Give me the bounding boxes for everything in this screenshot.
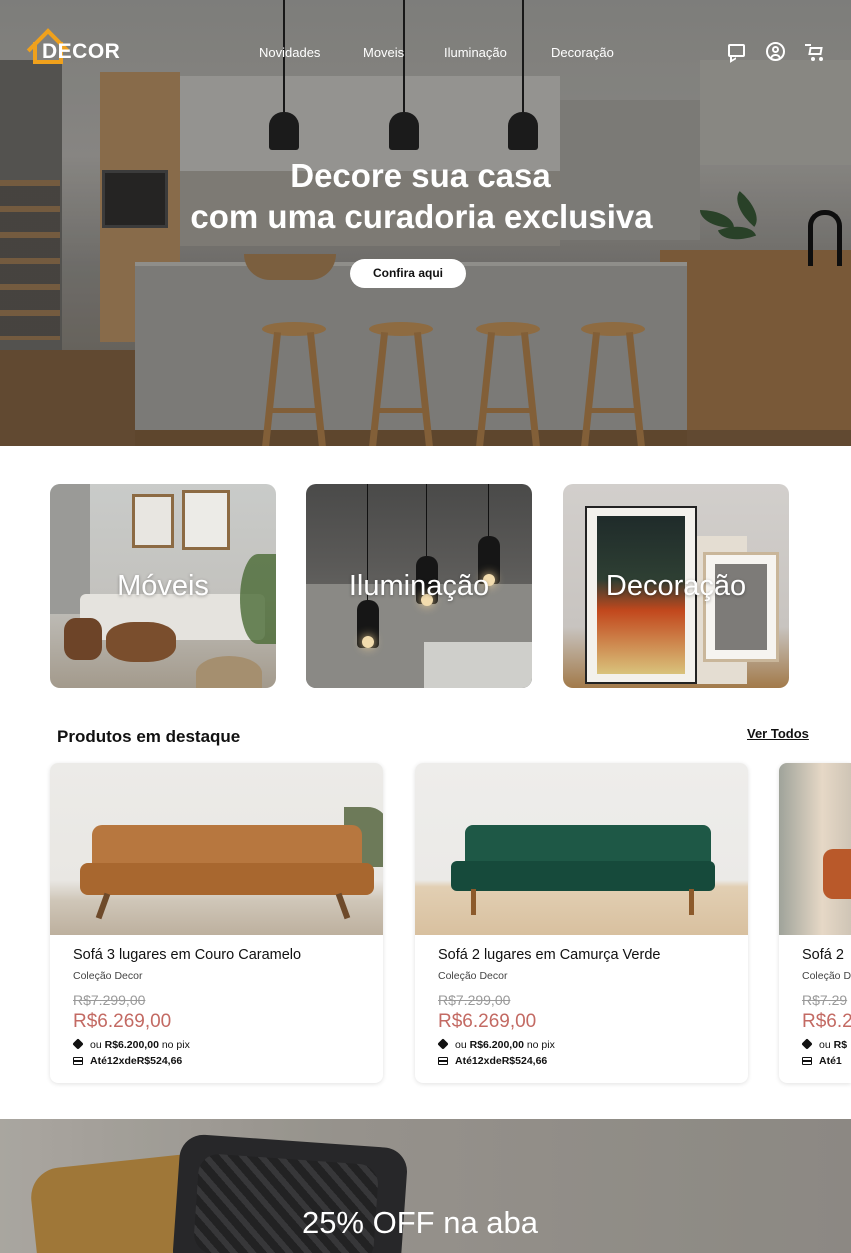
cart-icon[interactable] <box>805 42 825 62</box>
pix-icon <box>437 1038 449 1050</box>
product-collection: Coleção Decor <box>73 970 143 982</box>
hero-banner: DECOR Novidades Moveis Iluminação Decora… <box>0 0 851 446</box>
pix-icon <box>72 1038 84 1050</box>
chat-icon[interactable] <box>727 42 747 63</box>
installments-line: Até12xdeR$524,66 <box>438 1055 547 1067</box>
product-price: R$6.269,00 <box>438 1011 537 1032</box>
category-label: Iluminação <box>348 570 490 602</box>
side-table <box>64 618 102 660</box>
product-image <box>779 763 851 935</box>
counter-block <box>424 642 532 688</box>
category-card-iluminacao[interactable]: Iluminação <box>306 484 532 688</box>
category-card-moveis[interactable]: Móveis <box>50 484 276 688</box>
wall-frame <box>132 494 174 548</box>
product-card[interactable]: Sofá 3 lugares em Couro Caramelo Coleção… <box>50 763 383 1083</box>
category-label: Móveis <box>117 570 209 602</box>
product-price: R$6.269,00 <box>73 1011 172 1032</box>
product-old-price: R$7.299,00 <box>438 992 511 1008</box>
installments-line: Até12xdeR$524,66 <box>73 1055 182 1067</box>
wall-frame <box>182 490 230 550</box>
hero-title-line2: com uma curadoria exclusiva <box>190 198 653 235</box>
product-name: Sofá 2 <box>802 947 844 963</box>
product-image <box>50 763 383 935</box>
credit-card-icon <box>73 1057 83 1065</box>
nav-link-moveis[interactable]: Moveis <box>363 45 404 60</box>
credit-card-icon <box>802 1057 812 1065</box>
credit-card-icon <box>438 1057 448 1065</box>
promo-text: 25% OFF na aba <box>301 1205 539 1240</box>
category-card-decoracao[interactable]: Decoração <box>563 484 789 688</box>
coffee-table <box>106 622 176 662</box>
product-name: Sofá 2 lugares em Camurça Verde <box>438 947 661 963</box>
pix-price-line: ou R$ <box>801 1038 847 1051</box>
product-old-price: R$7.29 <box>802 992 848 1008</box>
product-old-price: R$7.299,00 <box>73 992 146 1008</box>
product-card[interactable]: Sofá 2 lugares em Camurça Verde Coleção … <box>415 763 748 1083</box>
user-icon[interactable] <box>766 42 786 62</box>
installments-line: Até1 <box>802 1055 842 1067</box>
product-price: R$6.2 <box>802 1011 851 1032</box>
pix-price-line: ou R$6.200,00 no pix <box>72 1038 190 1051</box>
product-collection: Coleção Decor <box>438 970 508 982</box>
product-image <box>415 763 748 935</box>
hero-title-line1: Decore sua casa <box>290 157 551 194</box>
nav-link-iluminacao[interactable]: Iluminação <box>444 45 507 60</box>
pix-icon <box>801 1038 813 1050</box>
lamp-cord <box>488 484 489 540</box>
hero-cta-button[interactable]: Confira aqui <box>350 259 466 288</box>
pouf <box>196 656 262 688</box>
nav-link-decoracao[interactable]: Decoração <box>551 45 614 60</box>
category-label: Decoração <box>605 570 747 602</box>
main-nav: Novidades Moveis Iluminação Decoração <box>0 45 851 65</box>
nav-link-novidades[interactable]: Novidades <box>259 45 320 60</box>
product-collection: Coleção D <box>802 970 851 982</box>
promo-banner[interactable]: 25% OFF na aba <box>0 1119 851 1253</box>
pix-price-line: ou R$6.200,00 no pix <box>437 1038 555 1051</box>
featured-title: Produtos em destaque <box>57 727 241 746</box>
lamp-cord <box>426 484 427 560</box>
product-name: Sofá 3 lugares em Couro Caramelo <box>73 947 302 963</box>
bulb-glow <box>362 636 374 648</box>
product-card[interactable]: Sofá 2 Coleção D R$7.29 R$6.2 ou R$ Até1 <box>779 763 851 1083</box>
see-all-link[interactable]: Ver Todos <box>747 726 809 741</box>
